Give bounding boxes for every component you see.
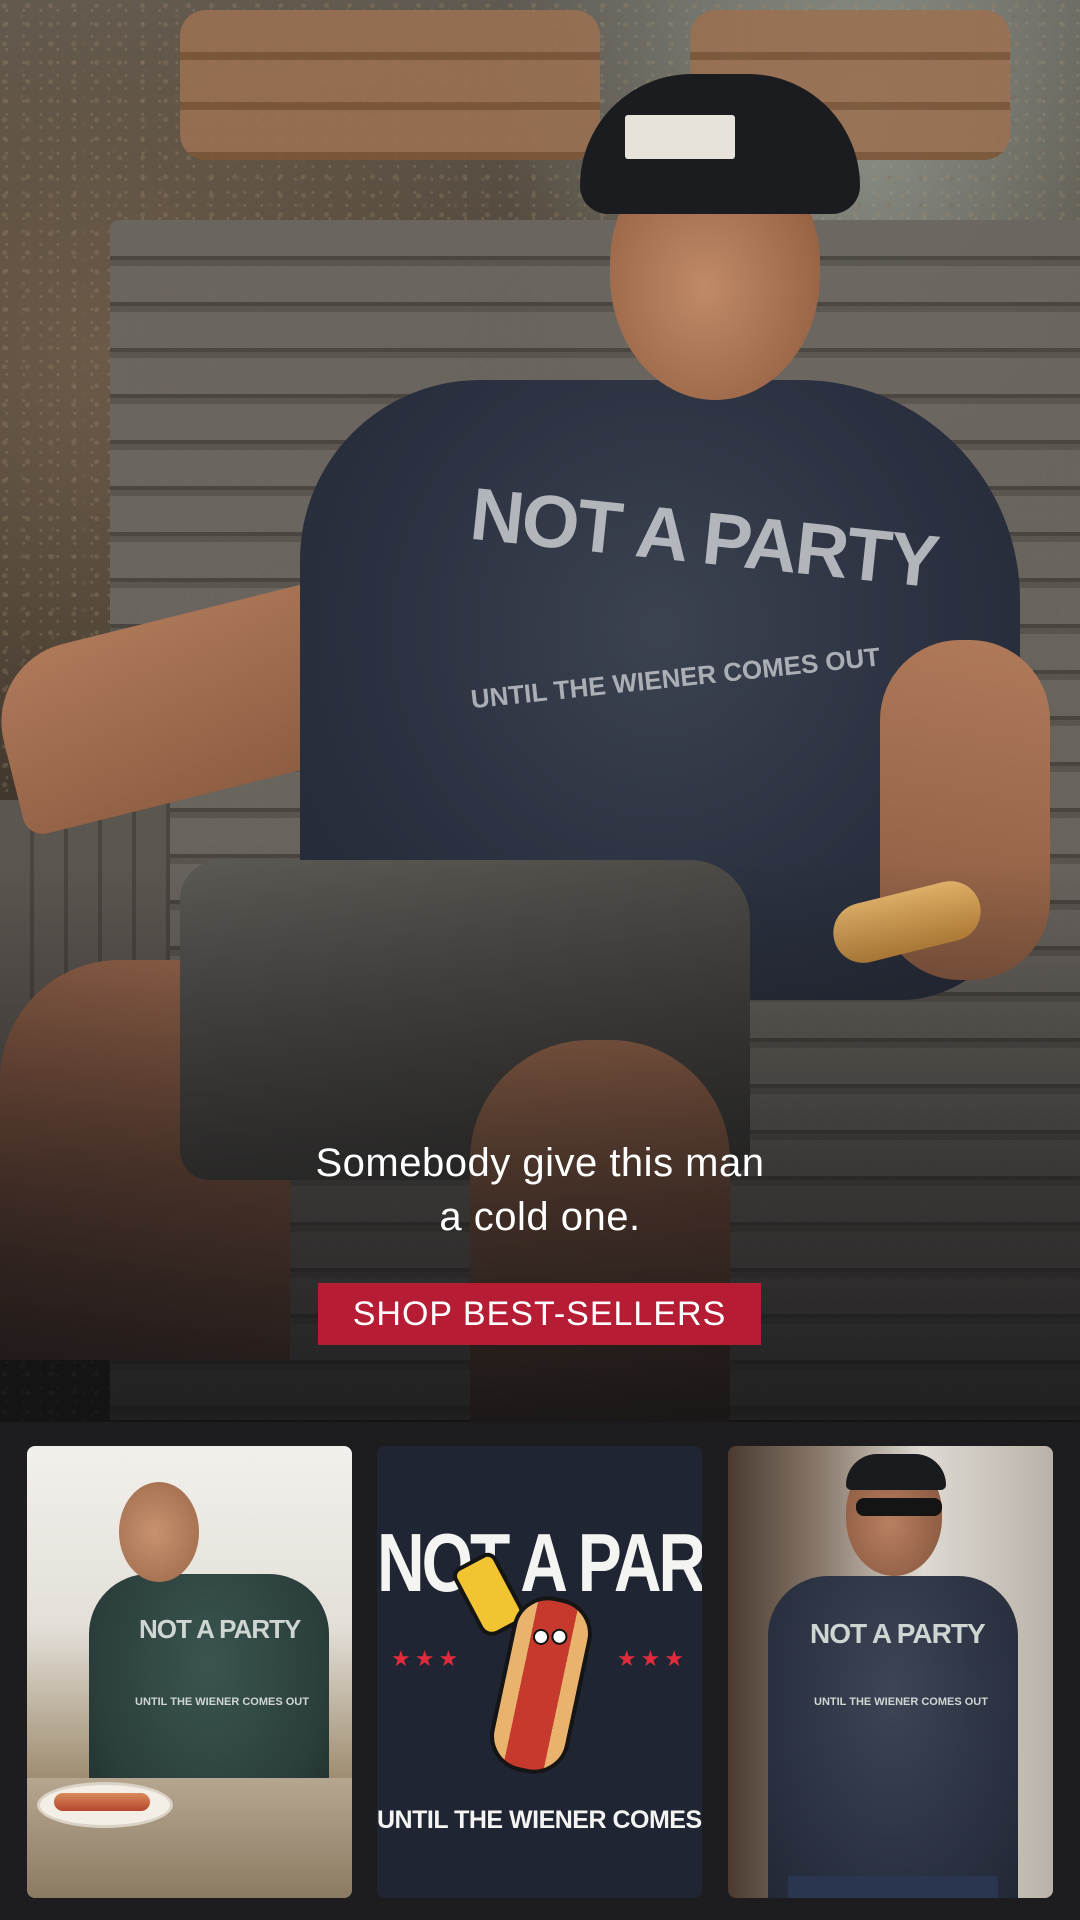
product-thumbnail-graphic[interactable]: NOT A PARTY ★★★ ★★★ UNTIL THE WIENER COM… [377,1446,702,1898]
shirt-graphic-title: NOT A PARTY [466,471,942,604]
mascot-eye-icon [531,1627,551,1647]
product-thumbnail-lifestyle-standing[interactable]: NOT A PARTY UNTIL THE WIENER COMES OUT [728,1446,1053,1898]
shirt-graphic: NOT A PARTY UNTIL THE WIENER COMES OUT [467,472,942,820]
mascot-eye-icon [549,1627,569,1647]
thumb-model-cap [846,1454,946,1490]
thumb-shirt-title: NOT A PARTY [139,1614,301,1644]
shirt-graphic-subtitle: UNTIL THE WIENER COMES OUT [469,641,882,715]
hero-caption-line1: Somebody give this man [315,1141,765,1185]
thumb-shirt-subtitle: UNTIL THE WIENER COMES OUT [135,1696,309,1708]
product-thumbnail-lifestyle-table[interactable]: NOT A PARTY UNTIL THE WIENER COMES OUT [27,1446,352,1898]
hero-caption: Somebody give this man a cold one. [0,1136,1080,1244]
shop-best-sellers-button[interactable]: SHOP BEST-SELLERS [318,1283,761,1345]
product-thumbnails: NOT A PARTY UNTIL THE WIENER COMES OUT N… [0,1422,1080,1920]
sandbags-left [180,10,600,160]
wiener-graphic: NOT A PARTY ★★★ ★★★ UNTIL THE WIENER COM… [377,1446,702,1898]
hero-caption-line2: a cold one. [439,1195,641,1239]
graphic-title: NOT A PARTY [377,1515,702,1609]
thumb-model-head [119,1482,199,1582]
hotdog-plate [37,1782,173,1828]
star-icon-group-right: ★★★ [616,1646,688,1671]
cap-patch-logo [625,115,735,159]
graphic-subtitle: UNTIL THE WIENER COMES OUT [377,1806,702,1834]
thumb-model-jeans [788,1876,998,1898]
sunglasses [856,1498,942,1516]
star-icon-group-left: ★★★ [391,1646,463,1671]
thumb-shirt-subtitle: UNTIL THE WIENER COMES OUT [814,1696,988,1708]
thumb-shirt-title: NOT A PARTY [810,1618,986,1649]
hero-banner: NOT A PARTY UNTIL THE WIENER COMES OUT S… [0,0,1080,1422]
